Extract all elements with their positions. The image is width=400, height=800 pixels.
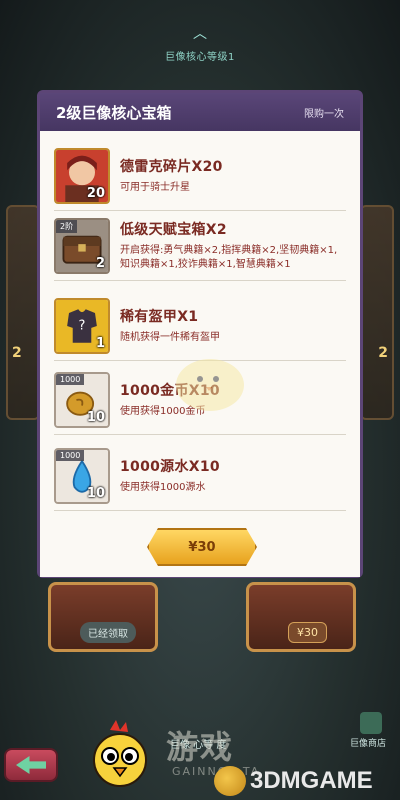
item-name: 德雷克碎片X20 <box>120 159 223 175</box>
modal-header: 2级巨像核心宝箱 限购一次 <box>40 93 360 131</box>
claimed-badge: 已经领取 <box>80 622 136 643</box>
left-level-panel <box>6 205 40 420</box>
right-level-panel <box>360 205 394 420</box>
item-count: 2 <box>95 255 105 271</box>
water-drop-icon: 1000 10 <box>54 447 110 504</box>
gold-coin-icon: 1000 10 <box>54 371 110 428</box>
purchase-limit-label: 限购一次 <box>304 108 344 120</box>
mascot-chicken-icon <box>93 720 147 787</box>
brand-badge-icon <box>214 766 246 796</box>
left-level-number: 2 <box>12 345 22 361</box>
item-name: 稀有盔甲X1 <box>120 309 199 325</box>
item-name: 1000源水X10 <box>120 459 220 475</box>
item-count: 1 <box>95 335 105 351</box>
list-item: 20 德雷克碎片X20 可用于骑士升星 <box>54 141 346 211</box>
item-tier-tag: 2阶 <box>56 219 78 233</box>
buy-price-label: ¥30 <box>188 539 216 555</box>
item-amount-tag: 1000 <box>56 449 85 461</box>
mystery-armor-icon: ? 1 <box>54 297 110 354</box>
item-description: 可用于骑士升星 <box>120 182 190 193</box>
brand-name: 3DMGAME <box>250 767 373 794</box>
brand-logo: 3DMGAME <box>214 766 394 796</box>
buy-button[interactable]: ¥30 <box>147 528 257 566</box>
item-count: 10 <box>86 409 105 425</box>
item-description: 使用获得1000源水 <box>120 482 206 493</box>
item-amount-tag: 1000 <box>56 373 85 385</box>
item-count: 10 <box>86 485 105 501</box>
shop-label[interactable]: 巨像商店 <box>350 736 386 749</box>
svg-text:?: ? <box>79 318 86 333</box>
item-count: 20 <box>86 185 105 201</box>
list-item: 2阶 2 低级天赋宝箱X2 开启获得:勇气典籍×2,指挥典籍×2,坚韧典籍×1,… <box>54 211 346 281</box>
chick-watermark-icon <box>176 359 244 411</box>
modal-title: 2级巨像核心宝箱 <box>56 103 172 122</box>
drake-portrait-icon: 20 <box>54 147 110 204</box>
item-description: 随机获得一件稀有盔甲 <box>120 332 220 343</box>
back-arrow-icon <box>16 756 46 774</box>
core-level-label: 巨像核心等级1 <box>165 52 235 63</box>
item-description: 开启获得:勇气典籍×2,指挥典籍×2,坚韧典籍×1,知识典籍×1,狡诈典籍×1,… <box>120 245 338 270</box>
treasure-chest-icon: 2阶 2 <box>54 217 110 274</box>
item-name: 低级天赋宝箱X2 <box>120 222 227 238</box>
chevron-up-icon[interactable]: ︿ <box>192 27 208 41</box>
right-level-number: 2 <box>378 345 388 361</box>
watermark-text: 游戏 <box>166 728 235 766</box>
list-item: 1000 10 1000源水X10 使用获得1000源水 <box>54 441 346 511</box>
back-button[interactable] <box>4 748 58 782</box>
chest-price-tag[interactable]: ¥30 <box>288 622 327 643</box>
shop-icon[interactable] <box>360 712 382 734</box>
